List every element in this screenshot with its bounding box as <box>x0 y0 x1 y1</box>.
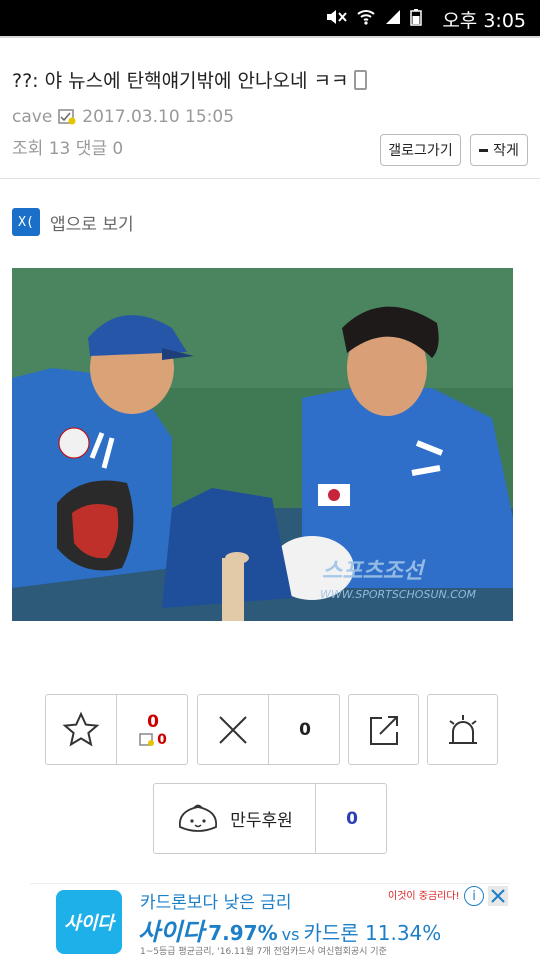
fixed-nick-icon <box>58 109 76 125</box>
ad-vs: vs <box>281 925 300 944</box>
decline-button[interactable] <box>198 695 269 764</box>
ad-brand: 사이다 <box>138 918 205 946</box>
battery-icon <box>410 9 422 26</box>
status-icons <box>324 8 422 26</box>
decline-count-cell: 0 <box>270 695 340 764</box>
views-count: 13 <box>48 139 71 159</box>
mobile-icon <box>354 70 368 90</box>
share-button[interactable] <box>348 694 419 765</box>
fixed-recommend: 0 <box>139 732 167 748</box>
dumpling-icon <box>179 804 218 832</box>
fixed-recommend-count: 0 <box>157 731 167 748</box>
share-cell <box>349 695 418 764</box>
recommend-box[interactable]: 0 0 <box>45 694 188 765</box>
wifi-icon <box>357 10 375 25</box>
baseball-players-image: 스포츠조선 WWW.SPORTSCHOSUN.COM <box>12 268 513 621</box>
ad-headline: 카드론보다 낮은 금리 <box>140 893 292 913</box>
decline-count: 0 <box>299 719 311 740</box>
ad-info-icon[interactable]: i <box>464 886 484 906</box>
post-meta-author: cave 2017.03.10 15:05 <box>12 107 234 127</box>
donate-box[interactable]: 만두후원 0 <box>153 783 387 854</box>
mute-icon <box>327 10 347 24</box>
ad-logo: 사이다 <box>56 890 122 954</box>
recommend-counts: 0 0 <box>118 695 188 764</box>
x-icon <box>219 715 247 744</box>
author-name[interactable]: cave <box>12 107 52 127</box>
status-bar: 오후 3:05 <box>0 0 540 36</box>
ad-rate: 7.97% <box>208 921 278 945</box>
clock: 오후 3:05 <box>442 10 526 32</box>
recommend-button[interactable] <box>46 695 117 764</box>
header-line <box>0 36 540 38</box>
siren-icon <box>448 714 477 744</box>
signal-icon <box>386 10 400 24</box>
watermark-url: WWW.SPORTSCHOSUN.COM <box>320 588 477 601</box>
minus-icon <box>479 148 489 152</box>
small-font-button[interactable]: 작게 <box>470 134 528 166</box>
views-label: 조회 <box>12 139 44 159</box>
gallog-button-label: 갤로그가기 <box>388 143 453 159</box>
post-title-text: ??: 야 뉴스에 탄핵얘기밖에 안나오네 ㅋㅋ <box>12 70 349 92</box>
post-datetime: 2017.03.10 15:05 <box>82 107 235 127</box>
ad-compare: 카드론 11.34% <box>303 921 442 945</box>
fixed-nick-icon <box>139 732 155 746</box>
report-cell <box>428 695 497 764</box>
app-view-link[interactable]: X( 앱으로 보기 <box>12 208 134 236</box>
comments-label: 댓글 <box>75 139 108 159</box>
watermark-text: 스포츠조선 <box>322 559 426 584</box>
star-icon <box>62 711 100 746</box>
app-view-label: 앱으로 보기 <box>50 214 134 235</box>
share-icon <box>369 715 398 745</box>
header-divider <box>0 178 540 179</box>
ad-tag: 이것이 중금리다! <box>388 891 460 902</box>
gallog-button[interactable]: 갤로그가기 <box>380 134 461 166</box>
donate-count: 0 <box>346 808 358 829</box>
ad-banner[interactable]: 사이다 카드론보다 낮은 금리 이것이 중금리다! i 사이다 7.97% vs… <box>30 883 510 960</box>
donate-label: 만두후원 <box>230 811 293 831</box>
close-icon <box>491 889 505 903</box>
ad-rate-line: 사이다 7.97% vs 카드론 11.34% <box>138 912 441 947</box>
ad-note: 1~5등급 평균금리, '16.11월 7개 전업카드사 여신협회공시 기준 <box>140 947 387 957</box>
post-title: ??: 야 뉴스에 탄핵얘기밖에 안나오네 ㅋㅋ <box>12 66 368 93</box>
app-logo-icon: X( <box>12 208 40 236</box>
report-button[interactable] <box>427 694 498 765</box>
donate-count-cell: 0 <box>317 784 387 853</box>
post-meta-stats: 조회 13 댓글 0 <box>12 134 123 159</box>
donate-button[interactable]: 만두후원 <box>154 784 316 853</box>
decline-box[interactable]: 0 <box>197 694 340 765</box>
ad-close-button[interactable] <box>488 886 508 906</box>
recommend-count: 0 <box>147 711 159 732</box>
small-font-label: 작게 <box>493 143 519 159</box>
post-photo: 스포츠조선 WWW.SPORTSCHOSUN.COM <box>12 268 513 621</box>
comments-count: 0 <box>112 139 124 159</box>
